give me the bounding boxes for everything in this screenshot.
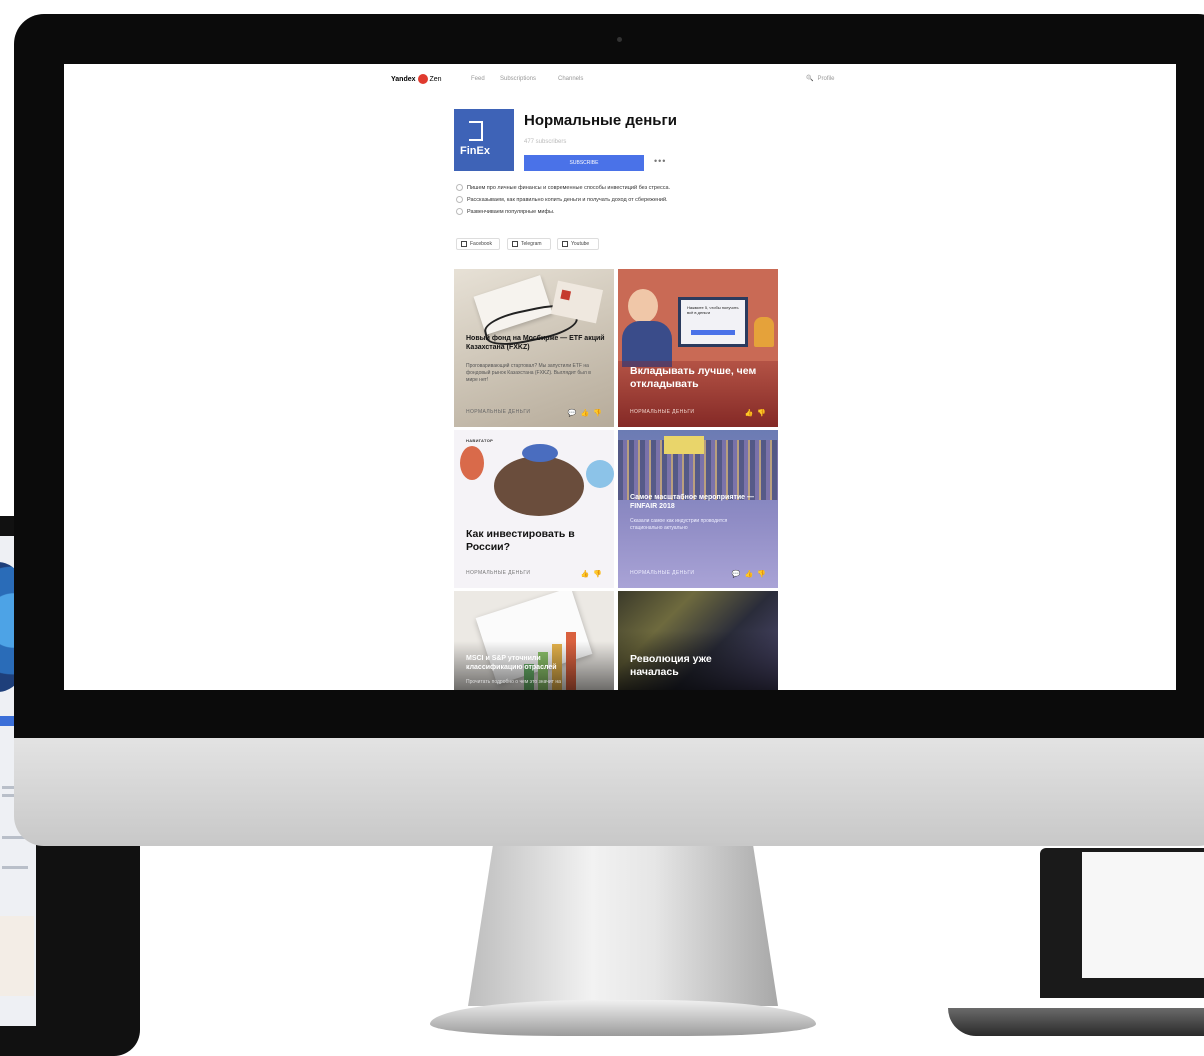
card-reactions: 👍 👎 [581,570,602,578]
card-title: Новый фонд на Мосбирже — ETF акций Казах… [466,335,605,351]
like-icon[interactable]: 👍 [581,409,590,417]
nav-feed[interactable]: Feed [471,76,485,82]
cat-illustration [754,317,774,347]
logo-text: Yandex [391,75,416,83]
card-source: НОРМАЛЬНЫЕ ДЕНЬГИ [466,409,531,415]
yandex-zen-logo[interactable]: Yandex Zen [391,74,442,84]
tablet-text-line [2,866,28,869]
like-icon[interactable]: 👍 [745,409,754,417]
card-title: Революция уже началась [630,653,712,679]
social-link-facebook[interactable]: Facebook [456,238,500,250]
channel-avatar: FinEx [454,109,514,171]
social-link-telegram[interactable]: Telegram [507,238,551,250]
imac-stand-neck [468,846,778,1006]
card-source: НОРМАЛЬНЫЕ ДЕНЬГИ [630,409,695,415]
social-link-youtube[interactable]: Youtube [557,238,599,250]
like-icon[interactable]: 👍 [745,570,754,578]
like-icon[interactable]: 👍 [581,570,590,578]
nav-channels[interactable]: Channels [558,76,583,82]
article-card[interactable]: Новый фонд на Мосбирже — ETF акций Казах… [454,269,614,427]
hat-illustration [522,444,558,462]
description-text: Развенчиваем популярные мифы. [467,208,555,215]
description-text: Рассказываем, как правильно копить деньг… [467,196,668,203]
description-item: Пишем про личные финансы и современные с… [456,184,786,191]
tablet-card [0,916,34,996]
bullet-icon [456,208,463,215]
presentation-screen-photo [664,436,704,454]
zen-logo-icon [417,74,428,84]
subscriber-count: 477 subscribers [524,139,567,145]
imac-chin [14,738,1204,846]
card-source: НОРМАЛЬНЫЕ ДЕНЬГИ [466,570,531,576]
monitor-text: Нажмите 5, чтобы получить всё в деньги [687,305,739,316]
dislike-icon[interactable]: 👎 [593,570,602,578]
camera-icon [617,37,622,42]
dislike-icon[interactable]: 👎 [757,409,766,417]
card-tag: НАВИГАТОР [466,438,494,443]
nav-subscriptions[interactable]: Subscriptions [500,76,536,82]
social-label: Facebook [470,241,492,247]
card-reactions: 💬 👍 👎 [568,409,602,417]
telegram-icon [512,241,518,247]
comment-icon[interactable]: 💬 [732,570,741,578]
channel-title: Нормальные деньги [524,112,677,129]
avatar-brand-text: FinEx [460,145,490,157]
logo-suffix: Zen [429,75,442,83]
article-card[interactable]: НАВИГАТОР Как инвестировать в России? НО… [454,430,614,588]
article-card[interactable]: Самое масштабное мероприятие — FINFAIR 2… [618,430,778,588]
globe-illustration [586,460,614,488]
card-title: Как инвестировать в России? [466,528,575,554]
search-icon[interactable]: 🔍 [806,75,813,82]
social-label: Telegram [521,241,542,247]
finex-logo-icon [469,121,483,141]
description-item: Развенчиваем популярные мифы. [456,208,786,215]
facebook-icon [461,241,467,247]
article-card[interactable]: Революция уже началась [618,591,778,690]
subscribe-button[interactable]: SUBSCRIBE [524,155,644,171]
card-excerpt: Прочитать подробно о чем это значит на [466,679,561,685]
dislike-icon[interactable]: 👎 [593,409,602,417]
bullet-icon [456,184,463,191]
article-card[interactable]: MSCI и S&P уточнили классификацию отрасл… [454,591,614,690]
card-title: Самое масштабное мероприятие — FINFAIR 2… [630,494,755,510]
monitor-button [691,330,735,335]
youtube-icon [562,241,568,247]
laptop-base [948,1008,1204,1036]
more-options-button[interactable]: ••• [654,156,666,166]
description-item: Рассказываем, как правильно копить деньг… [456,196,786,203]
dislike-icon[interactable]: 👎 [757,570,766,578]
person-illustration [628,289,658,323]
card-title: MSCI и S&P уточнили классификацию отрасл… [466,655,557,671]
bull-illustration [494,456,584,516]
bullet-icon [456,196,463,203]
balloon-illustration [460,446,484,480]
monitor-illustration: Нажмите 5, чтобы получить всё в деньги [678,297,748,347]
imac-screen: Yandex Zen Feed Subscriptions Channels 🔍… [64,64,1176,690]
comment-icon[interactable]: 💬 [568,409,577,417]
card-source: НОРМАЛЬНЫЕ ДЕНЬГИ [630,570,695,576]
card-reactions: 💬 👍 👎 [732,570,766,578]
imac-stand-foot [430,1000,816,1036]
topbar: Yandex Zen Feed Subscriptions Channels 🔍… [64,64,1176,96]
article-card[interactable]: Нажмите 5, чтобы получить всё в деньги В… [618,269,778,427]
card-title: Вкладывать лучше, чем откладывать [630,365,757,391]
card-excerpt: Сказали самое как индустрии проводится с… [630,518,728,531]
profile-link[interactable]: Profile [817,76,834,82]
card-reactions: 👍 👎 [745,409,766,417]
card-excerpt: Проговаривающий стартовал? Мы запустили … [466,363,591,383]
description-text: Пишем про личные финансы и современные с… [467,184,671,191]
laptop-screen [1082,852,1204,978]
social-label: Youtube [571,241,590,247]
